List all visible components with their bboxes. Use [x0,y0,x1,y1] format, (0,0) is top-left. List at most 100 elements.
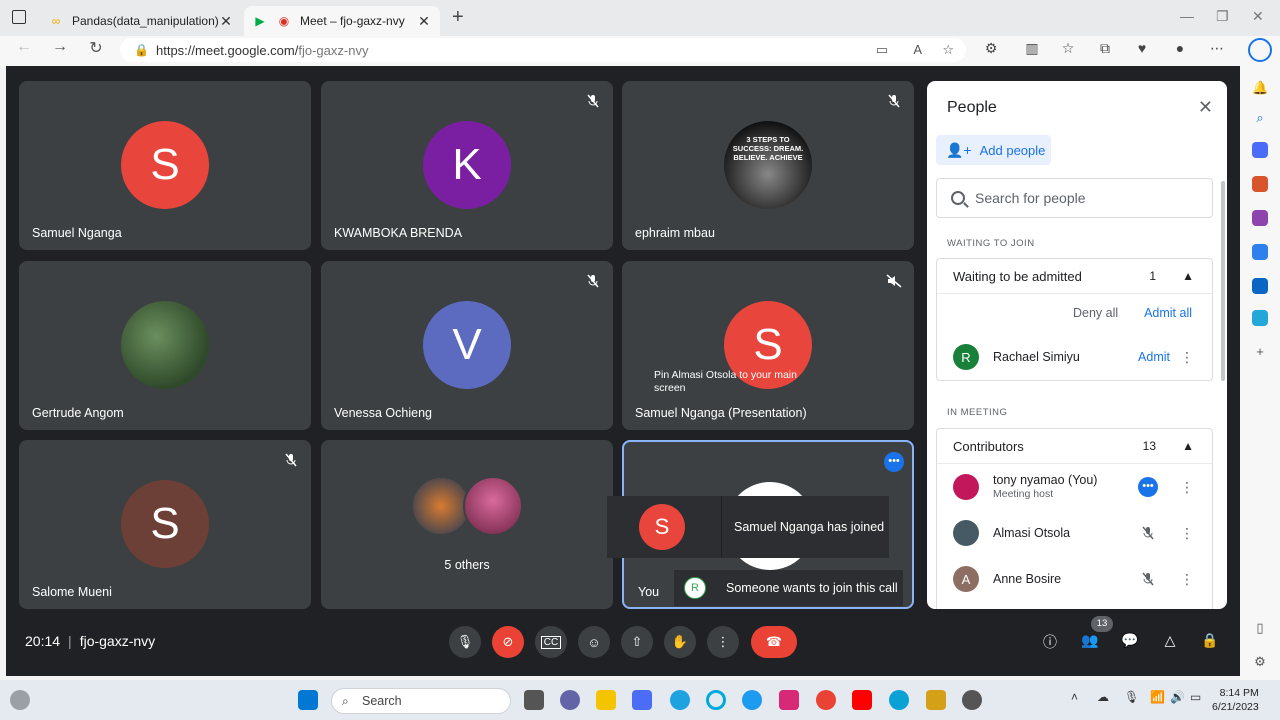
notification-text: Samuel Nganga has joined [734,520,885,534]
mic-off-icon[interactable] [1140,571,1156,587]
back-icon[interactable]: ← [12,38,36,56]
camera-off-button[interactable]: ⊘ [492,626,524,658]
info-icon[interactable]: ⓘ [1038,632,1062,652]
weather-icon[interactable] [10,690,30,710]
participant-tile[interactable]: K KWAMBOKA BRENDA [321,81,613,250]
more-options-icon[interactable]: ••• [884,452,904,472]
battery-icon[interactable]: ▭ [1190,690,1201,704]
tab-actions-icon[interactable] [12,10,26,24]
host-controls-icon[interactable]: 🔒 [1198,632,1222,649]
mic-icon[interactable]: 🎙 [1124,690,1139,704]
participant-tile[interactable]: S Salome Mueni [19,440,311,609]
reactions-button[interactable]: ☺ [578,626,610,658]
clock[interactable]: 8:14 PM 6/21/2023 [1212,686,1259,714]
participant-tile[interactable]: S Pin Almasi Otsola to your main screen … [622,261,914,430]
youtube-icon[interactable] [852,690,872,710]
participant-tile[interactable]: S Samuel Nganga [19,81,311,250]
collections-icon[interactable]: ⧉ [1095,40,1115,57]
leave-call-button[interactable]: ☎ [751,626,797,658]
wifi-icon[interactable]: 📶 [1150,690,1165,704]
more-vert-icon[interactable]: ⋮ [1180,525,1194,542]
participant-tile[interactable]: Gertrude Angom [19,261,311,430]
tag-icon[interactable] [1252,142,1268,158]
refresh-icon[interactable]: ↻ [84,38,108,58]
chrome-icon[interactable] [816,690,836,710]
taskbar-search[interactable]: ⌕ Search [331,688,511,714]
join-request-notification[interactable]: R Someone wants to join this call [674,570,903,606]
waiting-group-header[interactable]: Waiting to be admitted 1 ▲ [937,259,1212,294]
edge-icon[interactable] [889,690,909,710]
search-people-input[interactable]: Search for people [936,178,1213,218]
admit-all-button[interactable]: Admit all [1144,306,1192,320]
captions-button[interactable]: CC [535,626,567,658]
participant-tile[interactable]: V Venessa Ochieng [321,261,613,430]
scrollbar[interactable] [1221,181,1225,381]
profile-icon[interactable]: ● [1170,40,1190,56]
participant-tile[interactable]: 3 STEPS TO SUCCESS: DREAM. BELIEVE. ACHI… [622,81,914,250]
close-icon[interactable]: ✕ [1198,97,1213,118]
new-tab-button[interactable]: + [452,6,464,29]
more-vert-icon[interactable]: ⋮ [1180,349,1194,366]
camera-icon[interactable]: ▭ [876,42,888,58]
settings-app-icon[interactable] [962,690,982,710]
split-screen-icon[interactable]: ▥ [1022,40,1042,57]
read-aloud-icon[interactable]: A [913,42,922,57]
people-icon[interactable]: 👥 [1078,632,1102,649]
others-tile[interactable]: 5 others [321,440,613,609]
forward-icon[interactable]: → [48,38,72,56]
bing-icon[interactable] [1248,38,1272,62]
sidebar-toggle-icon[interactable]: ▯ [1252,620,1268,636]
mic-button[interactable]: 🎙 [449,626,481,658]
avatar-photo: 3 STEPS TO SUCCESS: DREAM. BELIEVE. ACHI… [724,121,812,209]
chevron-up-icon[interactable]: ˄ [1071,690,1078,704]
close-tab-icon[interactable]: ✕ [416,13,432,30]
more-menu-icon[interactable]: ⋯ [1207,40,1227,57]
search-icon[interactable]: ⌕ [1252,110,1268,126]
drop-icon[interactable] [1252,310,1268,326]
games-icon[interactable] [1252,210,1268,226]
bell-icon[interactable]: 🔔 [1252,80,1268,96]
cloud-icon[interactable]: ☁ [1097,690,1109,704]
add-people-button[interactable]: 👤+ Add people [936,135,1051,165]
host-options-icon[interactable]: ••• [1138,477,1158,497]
close-window-icon[interactable]: ✕ [1252,8,1264,25]
m365-icon[interactable] [1252,244,1268,260]
mic-off-icon[interactable] [1140,525,1156,541]
store-icon[interactable] [632,690,652,710]
instagram-icon[interactable] [779,690,799,710]
toolbox-icon[interactable] [1252,176,1268,192]
url-bar[interactable]: 🔒 https://meet.google.com/fjo-gaxz-nvy ▭… [120,38,966,62]
favorite-icon[interactable]: ☆ [942,42,954,58]
favorites-icon[interactable]: ☆ [1058,40,1078,57]
contributors-group-header[interactable]: Contributors 13 ▲ [937,429,1212,464]
browser-tab-meet[interactable]: ▶ ◉ Meet – fjo-gaxz-nvy ✕ [244,6,440,36]
raise-hand-button[interactable]: ✋ [664,626,696,658]
windows-start-icon[interactable] [298,690,318,710]
close-tab-icon[interactable]: ✕ [218,13,234,30]
file-explorer-icon[interactable] [596,690,616,710]
award-icon[interactable] [926,690,946,710]
add-icon[interactable]: + [1252,344,1268,360]
outlook-icon[interactable] [1252,278,1268,294]
activities-icon[interactable]: △ [1158,632,1182,649]
volume-off-icon [886,274,902,288]
deny-all-button[interactable]: Deny all [1073,306,1118,320]
browser-tab-pandas[interactable]: ∞ Pandas(data_manipulation)ipynb ✕ [40,6,242,36]
more-vert-icon[interactable]: ⋮ [1180,571,1194,588]
volume-icon[interactable]: 🔊 [1170,690,1185,704]
minimize-icon[interactable]: — [1180,8,1194,24]
more-options-button[interactable]: ⋮ [707,626,739,658]
teams-icon[interactable] [560,690,580,710]
settings-icon[interactable]: ⚙ [1252,654,1268,670]
cortana-icon[interactable] [706,690,726,710]
more-vert-icon[interactable]: ⋮ [1180,479,1194,496]
admit-button[interactable]: Admit [1138,350,1170,364]
present-button[interactable]: ⇧ [621,626,653,658]
task-view-icon[interactable] [524,690,544,710]
heart-icon[interactable]: ♥ [1132,40,1152,56]
browser-app-icon[interactable] [670,690,690,710]
maximize-icon[interactable]: ❐ [1216,8,1229,25]
twitter-icon[interactable] [742,690,762,710]
extensions-icon[interactable]: ⚙ [981,40,1001,57]
chat-icon[interactable]: 💬 [1118,632,1142,649]
